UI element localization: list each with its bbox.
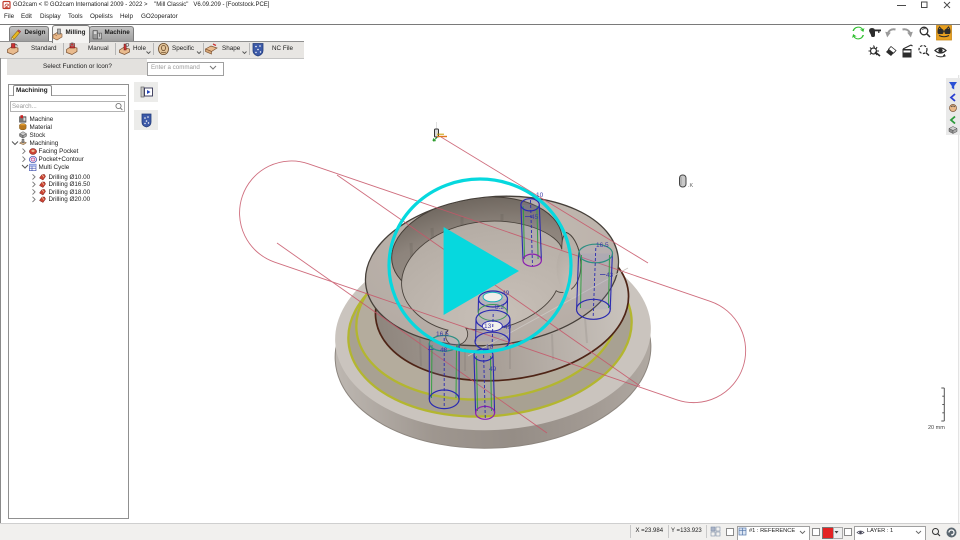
svg-text:16.5: 16.5 (436, 331, 449, 338)
svg-text:13: 13 (484, 323, 492, 330)
svg-text:.K: .K (688, 183, 694, 189)
svg-text:49: 49 (489, 366, 497, 373)
svg-text:20 mm: 20 mm (928, 425, 945, 431)
svg-text:49: 49 (504, 324, 512, 331)
svg-text:45: 45 (531, 214, 539, 221)
svg-text:8.2: 8.2 (495, 304, 504, 311)
svg-text:43: 43 (606, 272, 614, 279)
svg-text:49: 49 (502, 290, 510, 297)
svg-text:43: 43 (440, 347, 448, 354)
svg-text:16.5: 16.5 (596, 242, 609, 249)
